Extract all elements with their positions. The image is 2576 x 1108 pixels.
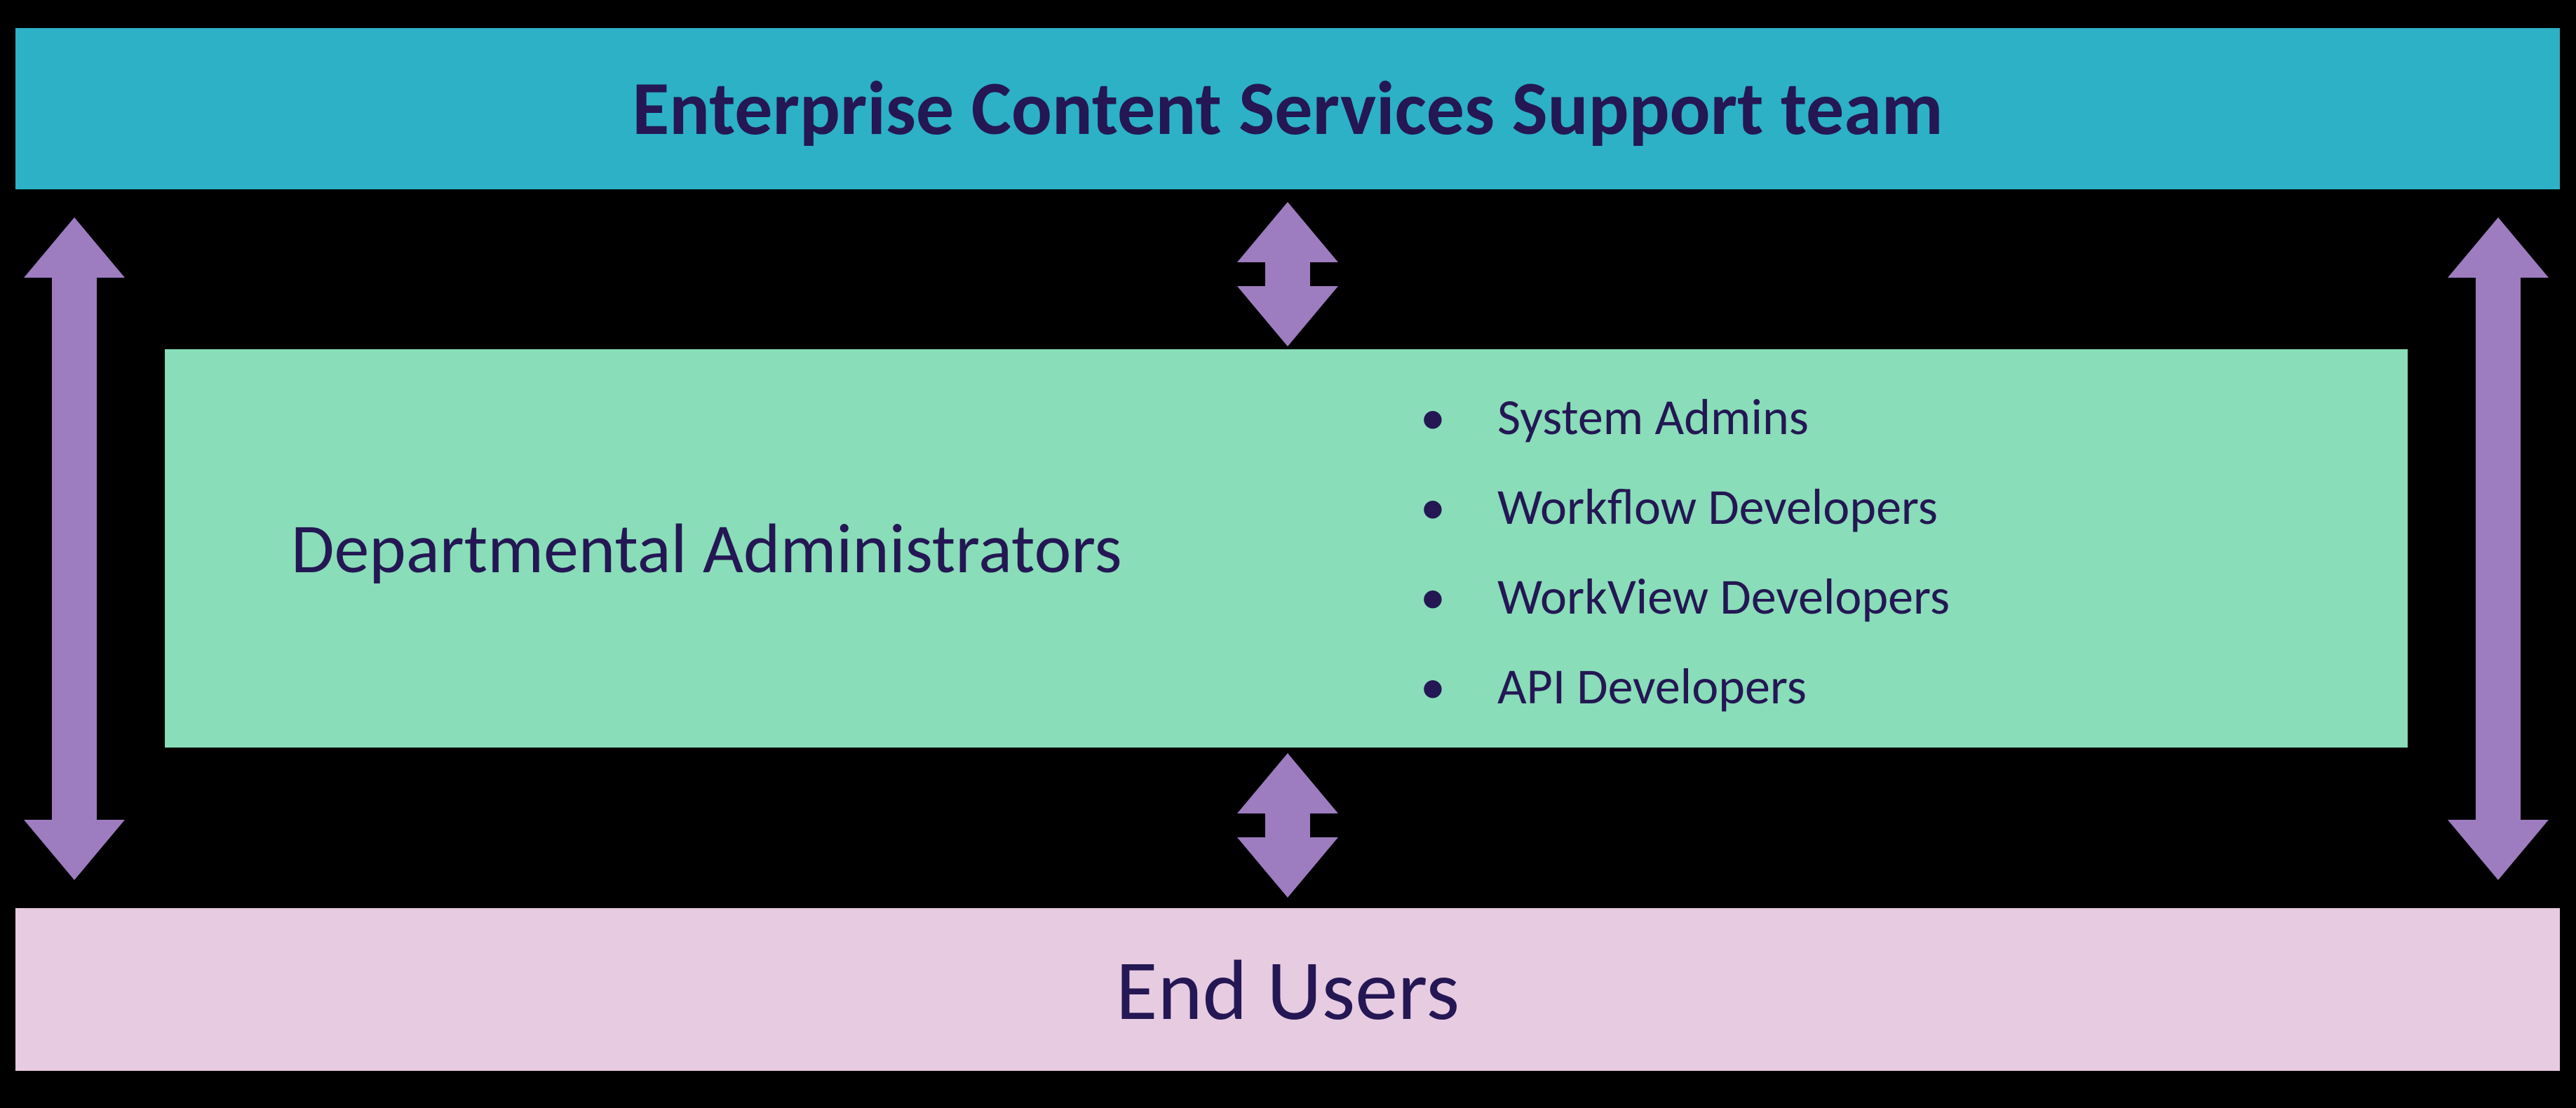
arrow-top-to-middle-icon [1265,251,1310,297]
middle-tier-title: Departmental Administrators [165,506,1420,591]
decorative-notch [1189,266,1236,285]
arrow-middle-to-bottom-icon [1265,802,1310,849]
decorative-notch [1340,818,1386,836]
decorative-notch [1189,818,1236,836]
list-item: Workflow Developers [1420,462,2408,552]
list-item: WorkView Developers [1420,552,2408,642]
bottom-tier-label: End Users [1116,938,1459,1042]
list-item: API Developers [1420,642,2408,731]
arrow-top-to-bottom-right-icon [2476,266,2521,831]
middle-tier-bullets: System Admins Workflow Developers WorkVi… [1420,365,2408,732]
middle-tier-box: Departmental Administrators System Admin… [165,349,2408,748]
decorative-notch [1340,266,1386,285]
top-tier-label: Enterprise Content Services Support team [632,62,1943,155]
bottom-tier-box: End Users [15,908,2560,1071]
list-item: System Admins [1420,372,2408,462]
arrow-top-to-bottom-left-icon [52,266,97,831]
top-tier-box: Enterprise Content Services Support team [15,28,2560,189]
